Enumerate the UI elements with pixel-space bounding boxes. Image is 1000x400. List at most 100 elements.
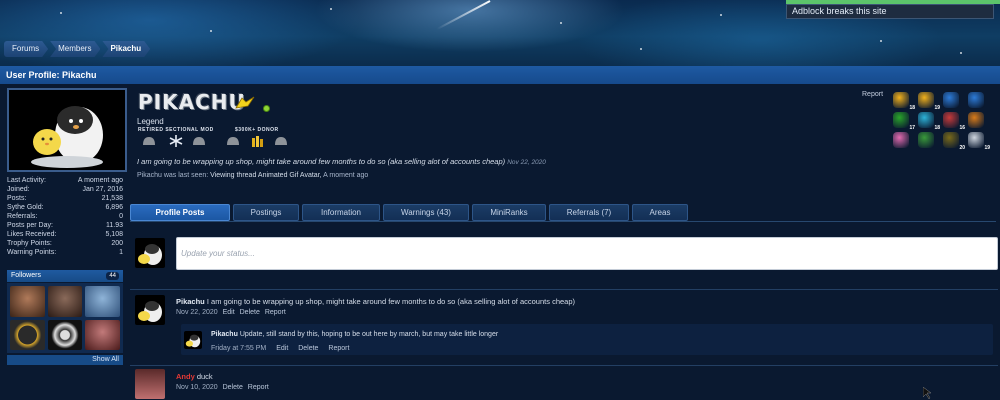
helmet-icon <box>275 137 287 145</box>
site-banner: Adblock breaks this site Forums Members … <box>0 0 1000 66</box>
trophy-19-icon[interactable]: 19 <box>918 92 940 111</box>
stat-label: Trophy Points: <box>7 240 52 247</box>
bird-icon[interactable]: 16 <box>943 112 965 131</box>
follower-avatar[interactable] <box>10 319 45 350</box>
follower-avatar[interactable] <box>10 286 45 317</box>
comment-text: Pikachu Update, still stand by this, hop… <box>211 331 498 338</box>
post-divider <box>130 365 998 366</box>
penguin-avatar-icon <box>31 106 103 168</box>
tab-areas[interactable]: Areas <box>632 204 688 221</box>
post-delete-link[interactable]: Delete <box>240 309 260 316</box>
user-title: Legend <box>137 117 164 126</box>
post-date: Nov 22, 2020 <box>176 309 218 316</box>
christmas-icon[interactable] <box>918 132 934 148</box>
last-seen-time: A moment ago <box>323 172 369 179</box>
stat-row: Sythe Gold: 6,896 <box>7 203 123 212</box>
comment-edit-link[interactable]: Edit <box>276 345 288 352</box>
follower-avatar[interactable] <box>47 319 83 350</box>
penguin-avatar-icon <box>185 334 201 348</box>
report-profile-link[interactable]: Report <box>862 91 883 98</box>
post-report-link[interactable]: Report <box>248 384 269 391</box>
stat-row: Referrals: 0 <box>7 212 123 221</box>
follower-avatar[interactable] <box>85 319 120 350</box>
stat-label: Posts per Day: <box>7 222 53 229</box>
trophy-badge-number: 19 <box>934 105 940 111</box>
stat-row: Warning Points: 1 <box>7 248 123 257</box>
helmet-icon <box>227 137 239 145</box>
stat-value: 5,108 <box>105 231 123 238</box>
adblock-notice[interactable]: Adblock breaks this site <box>786 4 994 19</box>
tab-profile-posts[interactable]: Profile Posts <box>130 204 230 221</box>
followers-header: Followers 44 <box>7 270 123 282</box>
gift-icon[interactable] <box>968 112 984 128</box>
followers-grid <box>7 283 123 353</box>
comment-delete-link[interactable]: Delete <box>298 345 318 352</box>
trophy-badge-number: 18 <box>909 105 915 111</box>
star <box>60 12 62 14</box>
last-seen-activity-link[interactable]: Viewing thread Animated Gif Avatar, <box>210 172 321 179</box>
profile-tabs: Profile Posts Postings Information Warnings… <box>130 204 691 221</box>
trophy-badge-number: 20 <box>959 145 965 151</box>
stat-label: Warning Points: <box>7 249 57 256</box>
stat-label: Posts: <box>7 195 27 202</box>
comment-author-avatar[interactable] <box>184 331 202 349</box>
stat-label: Referrals: <box>7 213 38 220</box>
stat-row: Trophy Points: 200 <box>7 239 123 248</box>
page-title: User Profile: Pikachu <box>0 66 1000 84</box>
comment-meta: Friday at 7:55 PM Edit Delete Report <box>211 345 349 352</box>
tab-miniranks[interactable]: MiniRanks <box>472 204 546 221</box>
ghost-icon[interactable]: 19 <box>968 132 990 151</box>
stat-value: A moment ago <box>77 177 123 184</box>
post-author-link[interactable]: Pikachu <box>176 297 205 306</box>
post-body: I am going to be wrapping up shop, might… <box>206 297 575 306</box>
stat-row: Posts per Day: 11.93 <box>7 221 123 230</box>
comment-author-link[interactable]: Pikachu <box>211 331 238 338</box>
stat-label: Joined: <box>7 186 30 193</box>
comment-date: Friday at 7:55 PM <box>211 345 267 352</box>
post-body: duck <box>196 372 213 381</box>
wreath-icon[interactable]: 20 <box>943 132 965 151</box>
trophy-18-icon[interactable]: 18 <box>893 92 915 111</box>
status-date: Nov 22, 2020 <box>507 159 546 166</box>
breadcrumb-members[interactable]: Members <box>50 41 100 57</box>
stat-value: 21,538 <box>101 195 123 202</box>
stat-row: Last Activity: A moment ago <box>7 176 123 185</box>
hat-icon[interactable]: 17 <box>893 112 915 131</box>
discord-icon[interactable] <box>943 92 959 108</box>
update-status-input[interactable] <box>176 237 998 270</box>
star <box>560 22 562 24</box>
current-user-avatar[interactable] <box>135 238 165 268</box>
profile-stats: Last Activity: A moment ago Joined: Jan 27,… <box>7 176 123 257</box>
dolphin-icon[interactable]: 18 <box>918 112 940 131</box>
post-delete-link[interactable]: Delete <box>223 384 243 391</box>
gold-coins-icon <box>252 136 263 147</box>
post-edit-link[interactable]: Edit <box>223 309 235 316</box>
followers-show-all-link[interactable]: Show All <box>7 355 123 365</box>
post-author-avatar[interactable] <box>135 369 165 399</box>
rank-label-donor: $300K+ DONOR <box>235 127 279 133</box>
stat-value: 200 <box>111 240 123 247</box>
trophy-square-icon[interactable] <box>968 92 984 108</box>
post-author-avatar[interactable] <box>135 295 165 325</box>
post-report-link[interactable]: Report <box>265 309 286 316</box>
stat-value: 1 <box>119 249 123 256</box>
post-author-link[interactable]: Andy <box>176 372 195 381</box>
tab-referrals-7[interactable]: Referrals (7) <box>549 204 629 221</box>
tab-information[interactable]: Information <box>302 204 380 221</box>
follower-avatar[interactable] <box>85 286 120 317</box>
breadcrumb-forums[interactable]: Forums <box>4 41 48 57</box>
breadcrumb-current[interactable]: Pikachu <box>102 41 150 57</box>
star <box>960 52 962 54</box>
comment-report-link[interactable]: Report <box>328 345 349 352</box>
heart-icon[interactable] <box>893 132 909 148</box>
profile-username: PIKACHU <box>138 90 246 114</box>
profile-avatar[interactable] <box>7 88 127 172</box>
status-text: I am going to be wrapping up shop, might… <box>137 157 506 166</box>
trophy-badge-number: 18 <box>934 125 940 131</box>
penguin-avatar-icon <box>138 244 162 265</box>
penguin-avatar-icon <box>138 301 162 322</box>
tab-postings[interactable]: Postings <box>233 204 299 221</box>
follower-avatar[interactable] <box>47 286 83 317</box>
star <box>330 8 332 10</box>
tab-warnings-43[interactable]: Warnings (43) <box>383 204 469 221</box>
